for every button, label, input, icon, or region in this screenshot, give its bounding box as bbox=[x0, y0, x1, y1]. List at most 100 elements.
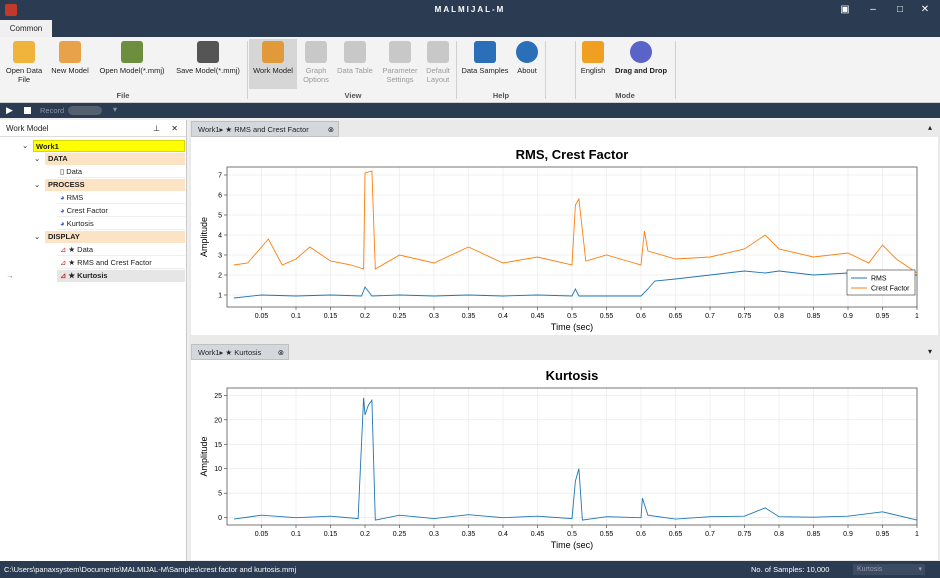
x-tick-label: 0.9 bbox=[843, 313, 853, 320]
tree-item-display-rms-crest[interactable]: ⊿ ★ RMS and Crest Factor bbox=[57, 257, 185, 269]
x-tick-label: 0.75 bbox=[738, 531, 752, 538]
x-tick-label: 0.15 bbox=[324, 313, 338, 320]
x-tick-label: 1 bbox=[915, 313, 919, 320]
drag-drop-icon bbox=[630, 41, 652, 63]
open-model-button[interactable]: Open Model(*.mmj) bbox=[95, 39, 169, 75]
x-tick-label: 0.3 bbox=[429, 313, 439, 320]
y-axis-label: Amplitude bbox=[199, 436, 209, 476]
tree-item-data[interactable]: ▯ Data bbox=[57, 166, 185, 178]
open-data-file-button[interactable]: Open Data File bbox=[2, 39, 46, 84]
x-tick-label: 0.1 bbox=[291, 313, 301, 320]
folder-open-icon bbox=[13, 41, 35, 63]
new-model-icon bbox=[59, 41, 81, 63]
pin-icon[interactable]: ⊥ bbox=[153, 120, 160, 137]
tree-item-label: ★ Kurtosis bbox=[68, 271, 108, 280]
x-tick-label: 0.2 bbox=[360, 531, 370, 538]
caret-down-icon[interactable]: ▾ bbox=[928, 347, 932, 356]
tree-item-display-kurtosis[interactable]: ⊿ ★ Kurtosis bbox=[57, 270, 185, 282]
tree-item-rms[interactable]: ◕ RMS bbox=[57, 192, 185, 204]
x-tick-label: 0.25 bbox=[393, 313, 407, 320]
x-tick-label: 0.9 bbox=[843, 531, 853, 538]
y-tick-label: 5 bbox=[218, 213, 222, 220]
divider bbox=[575, 41, 576, 99]
doc-tab-label: Work1▸ ★ Kurtosis bbox=[198, 348, 262, 357]
tree-item-label: ★ RMS and Crest Factor bbox=[68, 258, 152, 267]
status-bar: C:\Users\panaxsystem\Documents\MALMIJAL-… bbox=[0, 561, 940, 578]
chevron-down-icon[interactable]: ▾ bbox=[113, 105, 117, 114]
group-help: Help bbox=[492, 91, 510, 100]
new-model-button[interactable]: New Model bbox=[48, 39, 92, 75]
x-tick-label: 0.95 bbox=[876, 531, 890, 538]
default-layout-button[interactable]: Default Layout bbox=[423, 39, 453, 84]
tree-root-work1[interactable]: Work1 bbox=[33, 140, 185, 152]
chevron-down-icon[interactable]: ⌄ bbox=[34, 231, 44, 243]
sample-count: No. of Samples: 10,000 bbox=[751, 565, 830, 574]
tree-item-label: RMS bbox=[66, 193, 84, 202]
play-icon[interactable]: ▶ bbox=[6, 105, 13, 116]
tab-common[interactable]: Common bbox=[0, 20, 52, 37]
chevron-down-icon[interactable]: ⌄ bbox=[22, 140, 32, 152]
data-table-button[interactable]: Data Table bbox=[335, 39, 375, 75]
work-model-panel: Work Model ⊥ ✕ ⌄ Work1 ⌄ DATA ▯ Data ⌄ P… bbox=[0, 120, 187, 561]
close-icon[interactable]: ⊗ bbox=[278, 345, 284, 361]
display-select[interactable]: Kurtosis ▾ bbox=[853, 564, 925, 575]
x-tick-label: 0.7 bbox=[705, 313, 715, 320]
maximize-button[interactable]: □ bbox=[893, 3, 907, 17]
close-button[interactable]: ✕ bbox=[918, 3, 932, 17]
record-toggle[interactable] bbox=[68, 106, 102, 115]
group-file: File bbox=[116, 91, 130, 100]
doc-tab-rms-crest[interactable]: Work1▸ ★ RMS and Crest Factor ⊗ bbox=[191, 121, 339, 137]
tree-item-kurtosis[interactable]: ◕ Kurtosis bbox=[57, 218, 185, 230]
about-button[interactable]: About bbox=[512, 39, 542, 75]
y-tick-label: 3 bbox=[218, 253, 222, 260]
legend-label: Crest Factor bbox=[871, 286, 910, 293]
legend-label: RMS bbox=[871, 276, 887, 283]
language-button[interactable]: English bbox=[578, 39, 608, 75]
tree-section-display[interactable]: DISPLAY bbox=[45, 231, 185, 243]
work-model-label: Work Model bbox=[253, 66, 293, 75]
close-icon[interactable]: ⊗ bbox=[328, 122, 334, 138]
chart-panel-rms-crest: RMS, Crest Factor 0.05 0.1 0.15 0.2 0.25 0.3 0.… bbox=[191, 137, 938, 335]
caret-up-icon[interactable]: ▴ bbox=[928, 123, 932, 132]
record-label: Record bbox=[40, 106, 65, 115]
minimize-button[interactable]: – bbox=[866, 3, 880, 17]
x-tick-label: 0.55 bbox=[600, 531, 614, 538]
abc-icon bbox=[582, 41, 604, 63]
panel-close-icon[interactable]: ✕ bbox=[171, 120, 178, 137]
x-tick-label: 0.4 bbox=[498, 531, 508, 538]
about-label: About bbox=[517, 66, 537, 75]
x-tick-label: 0.65 bbox=[669, 313, 683, 320]
save-model-button[interactable]: Save Model(*.mmj) bbox=[172, 39, 244, 75]
x-tick-label: 0.15 bbox=[324, 531, 338, 538]
tree-item-label: Crest Factor bbox=[66, 206, 108, 215]
divider bbox=[247, 41, 248, 99]
tree-section-data[interactable]: DATA bbox=[45, 153, 185, 165]
restore-layout-icon[interactable]: ▣ bbox=[838, 3, 852, 17]
x-tick-label: 0.85 bbox=[807, 531, 821, 538]
parameter-settings-button[interactable]: Parameter Settings bbox=[379, 39, 421, 84]
tree-section-process[interactable]: PROCESS bbox=[45, 179, 185, 191]
group-view: View bbox=[344, 91, 362, 100]
drag-drop-button[interactable]: Drag and Drop bbox=[611, 39, 671, 75]
doc-tab-label: Work1▸ ★ RMS and Crest Factor bbox=[198, 125, 309, 134]
tree-item-label: Kurtosis bbox=[66, 219, 94, 228]
work-model-button[interactable]: Work Model bbox=[249, 39, 297, 89]
y-tick-label: 5 bbox=[218, 491, 222, 498]
layout-icon bbox=[427, 41, 449, 63]
graph-options-button[interactable]: Graph Options bbox=[299, 39, 333, 84]
chart-title: RMS, Crest Factor bbox=[516, 147, 629, 162]
y-tick-label: 15 bbox=[214, 442, 222, 449]
data-samples-button[interactable]: Data Samples bbox=[460, 39, 510, 75]
chevron-down-icon[interactable]: ⌄ bbox=[34, 153, 44, 165]
rms-crest-chart: RMS, Crest Factor 0.05 0.1 0.15 0.2 0.25 0.3 0.… bbox=[199, 147, 919, 332]
save-icon bbox=[197, 41, 219, 63]
chevron-down-icon[interactable]: ⌄ bbox=[34, 179, 44, 191]
stop-icon[interactable] bbox=[24, 107, 31, 114]
tree-item-display-data[interactable]: ⊿ ★ Data bbox=[57, 244, 185, 256]
document-area: Work1▸ ★ RMS and Crest Factor ⊗ ▴ RMS, Cr… bbox=[189, 120, 940, 561]
process-icon: ◕ bbox=[60, 206, 67, 215]
x-tick-label: 1 bbox=[915, 531, 919, 538]
y-tick-label: 1 bbox=[218, 293, 222, 300]
doc-tab-kurtosis[interactable]: Work1▸ ★ Kurtosis ⊗ bbox=[191, 344, 289, 360]
tree-item-crest-factor[interactable]: ◕ Crest Factor bbox=[57, 205, 185, 217]
